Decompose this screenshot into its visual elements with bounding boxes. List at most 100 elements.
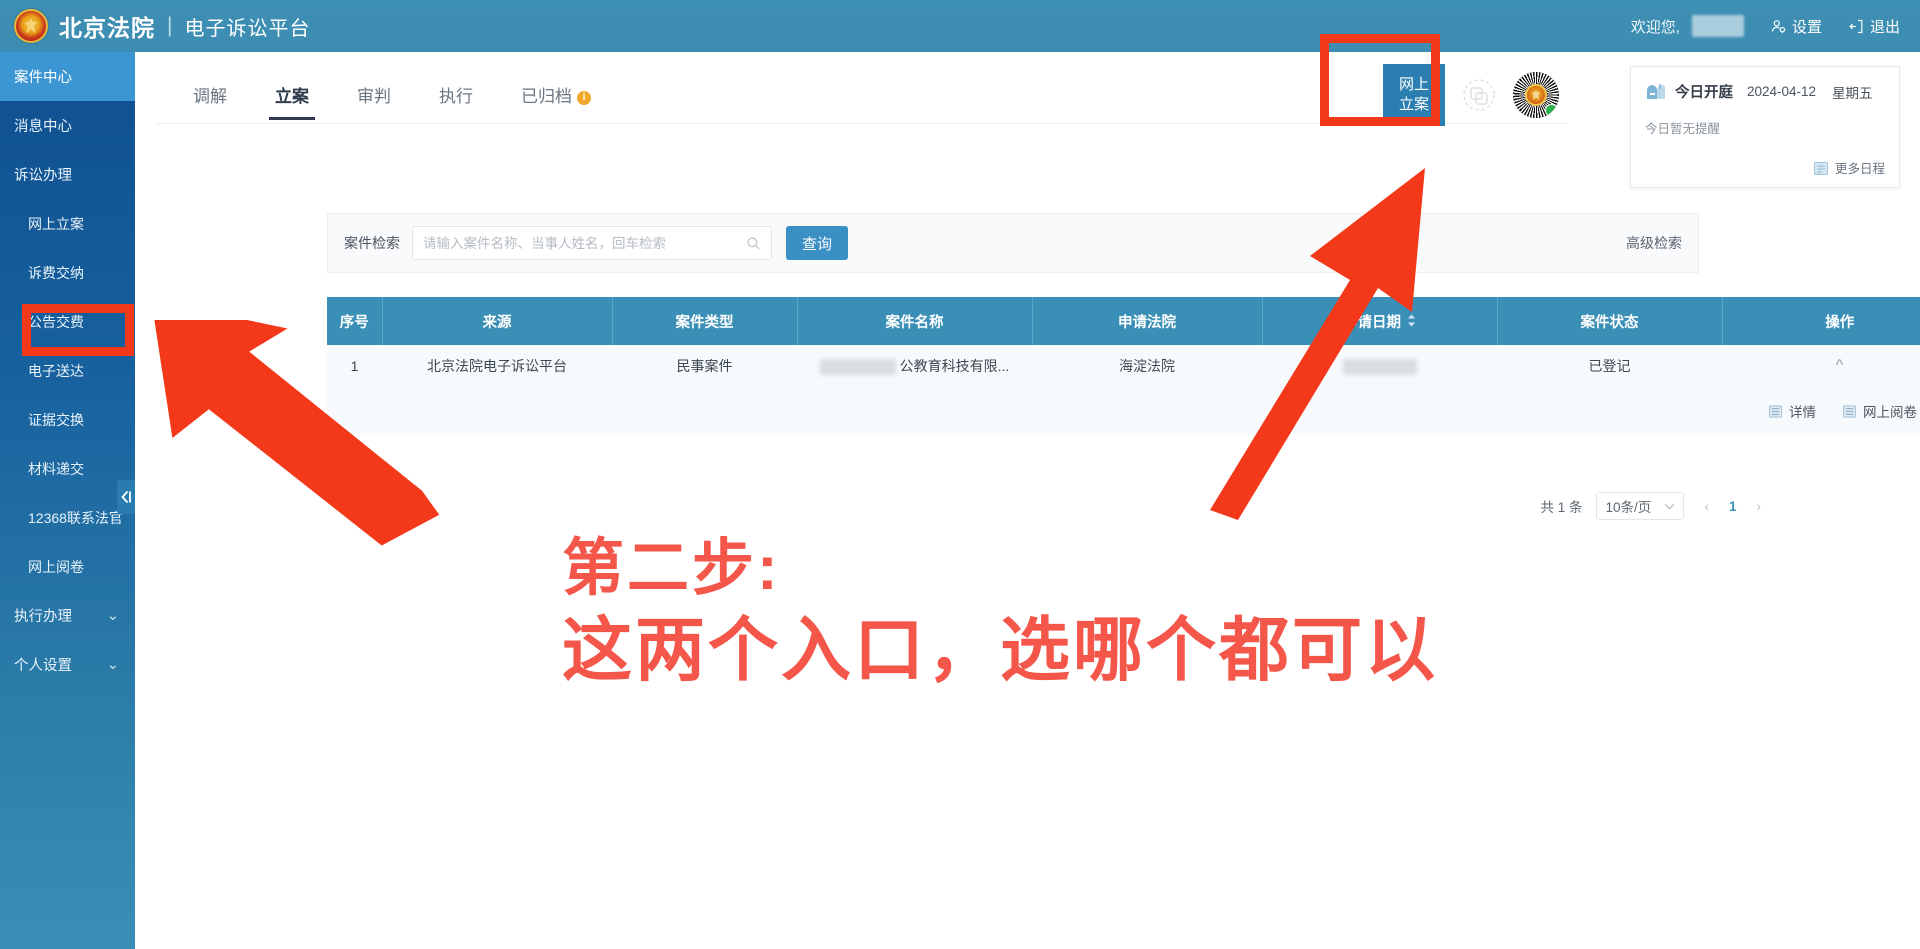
detail-list-icon	[1768, 404, 1783, 418]
cell-case-type: 民事案件	[612, 345, 797, 387]
sidebar-item-5[interactable]: 公告交费	[0, 297, 135, 346]
row-action-0[interactable]: 详情	[1768, 401, 1816, 421]
table-header-cell: 序号	[327, 297, 383, 345]
pagination-prev[interactable]: ‹	[1698, 499, 1715, 514]
chevron-down-icon: ⌄	[106, 656, 119, 673]
cell-source-text: 北京法院电子诉讼平台	[427, 358, 567, 374]
search-icon[interactable]	[746, 236, 761, 251]
schedule-weekday: 星期五	[1832, 85, 1873, 101]
tab-4[interactable]: 已归档 i	[515, 70, 597, 119]
sidebar-item-label: 材料递交	[28, 460, 84, 477]
table-header-cell: 案件类型	[612, 297, 798, 345]
info-icon: i	[577, 91, 591, 105]
row-action-label: 网上阅卷	[1863, 405, 1917, 420]
search-input[interactable]	[423, 235, 746, 251]
settings-button[interactable]: 设置	[1770, 16, 1822, 37]
online-filing-button[interactable]: 网上 立案	[1383, 64, 1445, 126]
table-header-cell[interactable]: 申请日期	[1262, 297, 1498, 345]
app-root: 北京法院 | 电子诉讼平台 欢迎您, 设置 退出 案件中心 消息中心 诉讼办理 …	[0, 0, 1920, 949]
row-action-links: 详情 网上阅卷	[327, 401, 1920, 421]
schedule-title: 今日开庭	[1675, 85, 1733, 101]
table-header-cell: 操作	[1722, 297, 1920, 345]
cell-apply-date	[1262, 345, 1497, 387]
row-actions-cell: 详情 网上阅卷	[327, 387, 1920, 435]
case-table-body: 1 北京法院电子诉讼平台 民事案件 公教育科技有限... 海淀法院 已登记 ^ 详情 网上阅卷	[327, 345, 1920, 435]
sidebar-item-label: 诉费交纳	[28, 264, 84, 281]
tab-1[interactable]: 立案	[269, 70, 315, 120]
online-filing-line1: 网上	[1398, 75, 1429, 93]
mailbox-icon	[1647, 83, 1665, 99]
table-header-label: 序号	[339, 314, 369, 331]
sidebar-item-4[interactable]: 诉费交纳	[0, 248, 135, 297]
apply-date-redacted	[1342, 358, 1417, 375]
collapse-left-icon	[121, 490, 131, 504]
sidebar-item-label: 诉讼办理	[14, 168, 72, 184]
sidebar-item-11[interactable]: 执行办理 ⌄	[0, 591, 135, 640]
qr-emblem-badge-icon[interactable]	[1513, 72, 1559, 118]
sidebar-collapse-handle[interactable]	[117, 480, 135, 514]
advanced-search-link[interactable]: 高级检索	[1626, 233, 1682, 253]
file-read-icon	[1842, 404, 1857, 418]
sidebar-item-9[interactable]: 12368联系法官	[0, 493, 135, 542]
tab-3[interactable]: 执行	[433, 70, 479, 119]
page-size-select[interactable]: 10条/页	[1596, 492, 1685, 520]
schedule-date: 2024-04-12	[1747, 84, 1817, 99]
sidebar-item-8[interactable]: 材料递交	[0, 444, 135, 493]
tab-label: 调解	[193, 87, 227, 106]
logout-button[interactable]: 退出	[1848, 16, 1900, 37]
chevron-down-icon	[1665, 503, 1675, 510]
court-emblem-icon	[14, 9, 48, 43]
pagination-next[interactable]: ›	[1751, 499, 1768, 514]
sidebar-item-10[interactable]: 网上阅卷	[0, 542, 135, 591]
table-header-label: 操作	[1825, 314, 1855, 331]
tab-0[interactable]: 调解	[187, 70, 233, 119]
query-button[interactable]: 查询	[786, 226, 848, 260]
row-action-1[interactable]: 网上阅卷	[1842, 401, 1917, 421]
annotation-line1: 第二步:	[562, 534, 781, 603]
cell-case-name: 公教育科技有限...	[797, 345, 1032, 387]
schedule-empty-text: 今日暂无提醒	[1645, 122, 1721, 136]
sidebar-item-0[interactable]: 案件中心	[0, 52, 135, 101]
more-schedule-link[interactable]: 更多日程	[1813, 158, 1885, 177]
tab-label: 审判	[357, 87, 391, 106]
header-right-group: 欢迎您, 设置 退出	[1631, 15, 1920, 37]
cell-expand[interactable]: ^	[1722, 345, 1920, 387]
logout-label: 退出	[1869, 18, 1900, 36]
sidebar-item-7[interactable]: 证据交换	[0, 395, 135, 444]
scan-code-icon[interactable]	[1459, 75, 1499, 115]
sidebar-item-6[interactable]: 电子送达	[0, 346, 135, 395]
sidebar-item-2[interactable]: 诉讼办理	[0, 150, 135, 199]
sidebar-item-1[interactable]: 消息中心	[0, 101, 135, 150]
tab-label: 执行	[439, 87, 473, 106]
table-header-cell: 案件名称	[797, 297, 1033, 345]
cell-status-text: 已登记	[1588, 358, 1631, 374]
exit-door-icon	[1849, 19, 1863, 33]
search-field-wrap	[412, 226, 772, 260]
sidebar-item-label: 网上立案	[28, 215, 84, 232]
sidebar-item-label: 证据交换	[28, 411, 84, 428]
chevron-down-icon: ⌄	[106, 607, 119, 624]
search-panel: 案件检索 查询 高级检索	[327, 213, 1699, 273]
pagination-page-1[interactable]: 1	[1729, 499, 1737, 514]
sidebar-item-list: 案件中心 消息中心诉讼办理网上立案诉费交纳公告交费电子送达证据交换材料递交 1236…	[0, 52, 135, 689]
row-action-label: 详情	[1789, 405, 1816, 420]
case-table: 序号 来源 案件类型 案件名称 申请法院 申请日期 案件状态 操作 1 北京法院电子诉讼平台 民事…	[327, 297, 1920, 435]
table-header-label: 来源	[482, 314, 512, 331]
sidebar-item-3[interactable]: 网上立案	[0, 199, 135, 248]
table-row[interactable]: 1 北京法院电子诉讼平台 民事案件 公教育科技有限... 海淀法院 已登记 ^	[327, 345, 1920, 387]
sidebar-item-label: 公告交费	[28, 313, 84, 330]
sidebar-item-12[interactable]: 个人设置 ⌄	[0, 640, 135, 689]
more-schedule-label: 更多日程	[1834, 162, 1885, 176]
sidebar-item-label: 网上阅卷	[28, 558, 84, 575]
top-header-bar: 北京法院 | 电子诉讼平台 欢迎您, 设置 退出	[0, 0, 1920, 52]
annotation-text: 第二步: 这两个入口，选哪个都可以	[562, 534, 1622, 690]
brand-name: 北京法院	[59, 15, 155, 41]
main-content: 调解 立案 审判 执行 已归档 i 网上 立案 今日开庭 2024-04-12 …	[135, 52, 1920, 949]
online-filing-line2: 立案	[1398, 96, 1429, 113]
cell-case-type-text: 民事案件	[676, 358, 733, 374]
sidebar-item-label: 个人设置	[14, 658, 72, 674]
table-header-row: 序号 来源 案件类型 案件名称 申请法院 申请日期 案件状态 操作	[327, 297, 1920, 345]
tab-2[interactable]: 审判	[351, 70, 397, 119]
table-header-cell: 来源	[382, 297, 613, 345]
cell-court-text: 海淀法院	[1119, 358, 1175, 374]
